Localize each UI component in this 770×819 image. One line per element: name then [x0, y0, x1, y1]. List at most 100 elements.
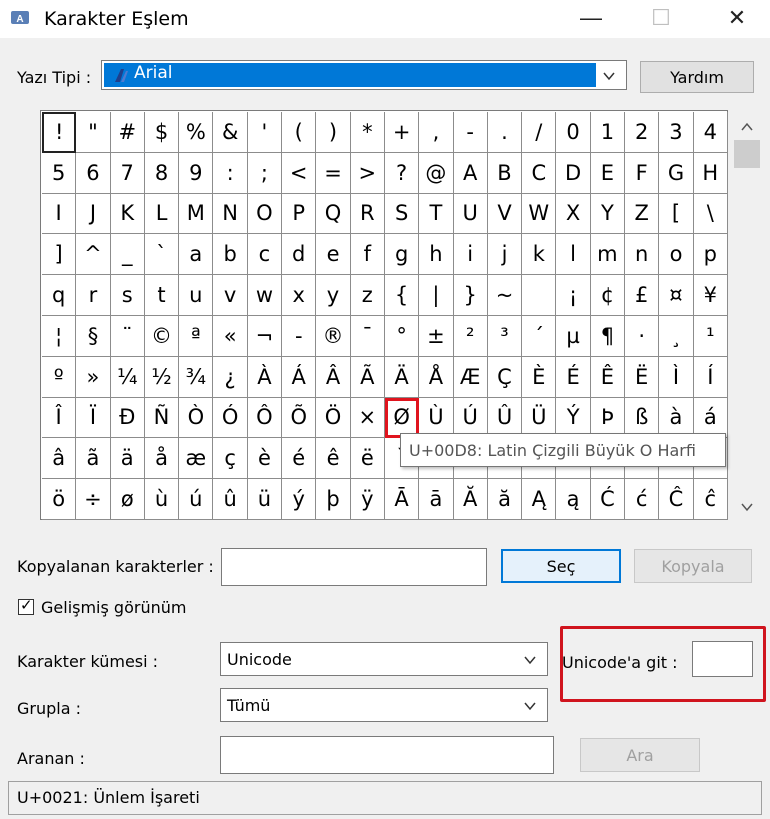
character-cell[interactable]: %	[179, 112, 214, 153]
character-cell[interactable]: §	[76, 315, 111, 357]
character-cell[interactable]: :	[213, 152, 248, 194]
character-cell[interactable]: ,	[419, 112, 454, 153]
character-cell[interactable]: ¼	[110, 356, 145, 398]
character-cell[interactable]: Ā	[384, 479, 420, 520]
character-cell[interactable]: ä	[110, 438, 145, 480]
character-cell[interactable]: .	[487, 112, 523, 153]
character-cell[interactable]: ¨	[110, 315, 145, 357]
character-cell[interactable]: b	[213, 234, 248, 276]
character-cell[interactable]: Ć	[590, 479, 626, 520]
character-cell[interactable]: q	[42, 275, 77, 316]
character-cell[interactable]: ¿	[213, 356, 248, 398]
character-cell[interactable]: $	[144, 112, 180, 153]
character-cell[interactable]: '	[247, 112, 283, 153]
character-cell[interactable]: Õ	[282, 397, 317, 439]
character-cell[interactable]: ü	[247, 479, 283, 520]
character-cell[interactable]: ö	[42, 479, 77, 520]
character-cell[interactable]: ·	[625, 315, 660, 357]
character-cell[interactable]: E	[590, 152, 626, 194]
character-cell[interactable]: Ð	[110, 397, 145, 439]
character-cell[interactable]: [	[659, 193, 694, 235]
character-cell[interactable]: Ë	[625, 356, 660, 398]
character-cell[interactable]: *	[350, 112, 385, 153]
character-cell[interactable]: À	[247, 356, 283, 398]
character-cell[interactable]: z	[350, 275, 385, 316]
character-cell[interactable]: w	[247, 275, 283, 316]
character-cell[interactable]: ø	[110, 479, 145, 520]
character-cell[interactable]: f	[350, 234, 385, 276]
character-cell[interactable]: ¢	[590, 275, 626, 316]
character-cell[interactable]: H	[693, 152, 728, 194]
character-cell[interactable]: t	[144, 275, 180, 316]
character-cell[interactable]: ĉ	[693, 479, 728, 520]
character-cell[interactable]: ª	[179, 315, 214, 357]
character-cell[interactable]: "	[76, 112, 111, 153]
copy-button[interactable]: Kopyala	[634, 549, 752, 583]
character-cell[interactable]	[522, 275, 557, 316]
character-cell[interactable]: -	[282, 315, 317, 357]
maximize-button[interactable]: ☐	[636, 0, 686, 36]
character-cell[interactable]: |	[419, 275, 454, 316]
character-cell[interactable]: M	[179, 193, 214, 235]
character-cell[interactable]: o	[659, 234, 694, 276]
character-cell[interactable]: 5	[42, 152, 77, 194]
character-cell[interactable]: e	[316, 234, 351, 276]
character-cell[interactable]: i	[453, 234, 488, 276]
close-button[interactable]: ✕	[712, 0, 762, 36]
character-cell[interactable]: #	[110, 112, 145, 153]
character-cell[interactable]: 4	[693, 112, 728, 153]
character-cell[interactable]: 0	[556, 112, 591, 153]
character-cell[interactable]: P	[282, 193, 317, 235]
character-cell[interactable]: x	[282, 275, 317, 316]
character-cell[interactable]: N	[213, 193, 248, 235]
character-cell[interactable]: 1	[590, 112, 626, 153]
character-cell[interactable]: <	[282, 152, 317, 194]
character-cell[interactable]: ą	[556, 479, 591, 520]
character-cell[interactable]: ¥	[693, 275, 728, 316]
character-cell[interactable]: (	[282, 112, 317, 153]
scroll-up-icon[interactable]	[740, 120, 754, 134]
character-cell[interactable]: â	[42, 438, 77, 480]
character-cell[interactable]: Ó	[213, 397, 248, 439]
character-cell[interactable]: W	[522, 193, 557, 235]
character-cell[interactable]: ê	[316, 438, 351, 480]
character-cell[interactable]: m	[590, 234, 626, 276]
character-cell[interactable]: a	[179, 234, 214, 276]
character-cell[interactable]: !	[42, 112, 77, 153]
character-cell[interactable]: ù	[144, 479, 180, 520]
character-cell[interactable]: D	[556, 152, 591, 194]
goto-unicode-input[interactable]	[692, 641, 753, 677]
character-cell[interactable]: Ì	[659, 356, 694, 398]
character-cell[interactable]: n	[625, 234, 660, 276]
character-cell[interactable]: ¾	[179, 356, 214, 398]
character-cell[interactable]: Ç	[487, 356, 523, 398]
character-cell[interactable]: Ê	[590, 356, 626, 398]
character-cell[interactable]: Ä	[384, 356, 420, 398]
character-cell[interactable]: û	[213, 479, 248, 520]
character-cell[interactable]: É	[556, 356, 591, 398]
character-cell[interactable]: º	[42, 356, 77, 398]
character-cell[interactable]: Ò	[179, 397, 214, 439]
character-cell[interactable]: °	[384, 315, 420, 357]
character-cell[interactable]: 9	[179, 152, 214, 194]
character-cell[interactable]: ć	[625, 479, 660, 520]
character-cell[interactable]: y	[316, 275, 351, 316]
character-cell[interactable]: )	[316, 112, 351, 153]
search-input[interactable]	[220, 736, 554, 774]
character-cell[interactable]: l	[556, 234, 591, 276]
character-cell[interactable]: Í	[693, 356, 728, 398]
character-cell[interactable]: }	[453, 275, 488, 316]
character-cell[interactable]: ¹	[693, 315, 728, 357]
font-select[interactable]: Arial	[101, 60, 627, 90]
character-cell[interactable]: A	[453, 152, 488, 194]
character-cell[interactable]: ¶	[590, 315, 626, 357]
character-cell[interactable]: ?	[384, 152, 420, 194]
character-cell[interactable]: ā	[419, 479, 454, 520]
character-cell[interactable]: ;	[247, 152, 283, 194]
character-cell[interactable]: c	[247, 234, 283, 276]
character-cell[interactable]: Ą	[522, 479, 557, 520]
character-cell[interactable]: U	[453, 193, 488, 235]
character-cell[interactable]: ¤	[659, 275, 694, 316]
character-cell[interactable]: r	[76, 275, 111, 316]
character-cell[interactable]: ]	[42, 234, 77, 276]
